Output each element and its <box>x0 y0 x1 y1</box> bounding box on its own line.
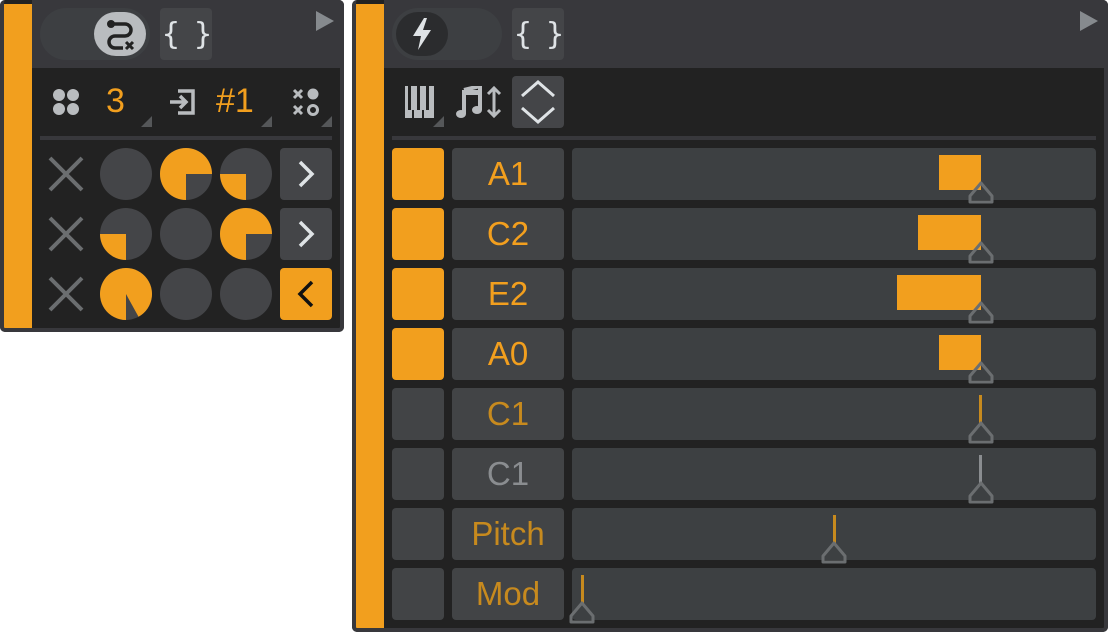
progress-pie[interactable] <box>100 268 153 320</box>
slider-handle-icon[interactable] <box>967 420 995 444</box>
row-toggle[interactable] <box>392 148 444 200</box>
device-accent-bar <box>4 4 32 328</box>
row-toggle[interactable] <box>392 268 444 320</box>
progress-pie[interactable] <box>220 268 272 320</box>
progress-pie[interactable] <box>160 148 212 200</box>
code-braces-button[interactable]: { } <box>512 8 564 60</box>
chevron-right-icon <box>298 220 315 248</box>
prev-button[interactable] <box>280 268 332 320</box>
value-slider[interactable] <box>569 568 1096 624</box>
row-toggle[interactable] <box>392 388 444 440</box>
left-device-panel: { } 3 #1 <box>0 0 344 332</box>
divider <box>392 136 1096 140</box>
slider-handle-icon[interactable] <box>967 300 995 324</box>
clear-x-icon[interactable] <box>40 148 92 200</box>
progress-pie[interactable] <box>160 208 212 260</box>
slider-handle-icon[interactable] <box>967 360 995 384</box>
row-toggle[interactable] <box>392 208 444 260</box>
progress-pie[interactable] <box>220 148 272 200</box>
dropdown-corner-icon <box>321 116 332 127</box>
power-toggle[interactable] <box>392 8 502 60</box>
four-dots-icon[interactable] <box>52 88 80 116</box>
value-slider[interactable] <box>572 268 1096 324</box>
value-slider[interactable] <box>572 208 1096 264</box>
value-line <box>979 395 983 423</box>
route-x-icon <box>94 12 146 56</box>
row-toggle[interactable] <box>392 448 444 500</box>
clear-x-icon[interactable] <box>40 208 92 260</box>
slider-handle-icon[interactable] <box>967 180 995 204</box>
dropdown-corner-icon <box>261 116 272 127</box>
row-label[interactable]: C1 <box>452 448 564 500</box>
chevron-up-down-icon <box>521 80 555 124</box>
progress-pie[interactable] <box>220 208 272 260</box>
progress-pie[interactable] <box>160 268 212 320</box>
row-label[interactable]: C1 <box>452 388 564 440</box>
slider-handle-icon[interactable] <box>967 240 995 264</box>
input-arrow-icon[interactable] <box>168 88 196 116</box>
divider <box>40 136 332 140</box>
chevron-right-icon <box>298 160 315 188</box>
route-toggle[interactable] <box>40 8 150 60</box>
slider-handle-icon[interactable] <box>967 480 995 504</box>
row-label[interactable]: Mod <box>452 568 564 620</box>
lightning-icon <box>396 12 448 56</box>
chevron-up-down-button[interactable] <box>512 76 564 128</box>
value-line <box>979 455 983 483</box>
row-toggle[interactable] <box>392 568 444 620</box>
note-updown-icon[interactable] <box>456 83 506 119</box>
clear-x-icon[interactable] <box>40 268 92 320</box>
chevron-left-icon <box>297 280 314 308</box>
slider-handle-icon[interactable] <box>568 600 596 624</box>
dropdown-corner-icon <box>141 116 152 127</box>
device-accent-bar <box>356 4 384 628</box>
dropdown-corner-icon <box>433 116 444 127</box>
row-toggle[interactable] <box>392 508 444 560</box>
value-slider[interactable] <box>572 448 1096 504</box>
code-braces-button[interactable]: { } <box>160 8 212 60</box>
slider-handle-icon[interactable] <box>820 540 848 564</box>
next-button[interactable] <box>280 148 332 200</box>
row-label[interactable]: A0 <box>452 328 564 380</box>
row-label[interactable]: Pitch <box>452 508 564 560</box>
value-slider[interactable] <box>572 328 1096 384</box>
row-label[interactable]: A1 <box>452 148 564 200</box>
progress-pie[interactable] <box>100 148 152 200</box>
value-slider[interactable] <box>572 508 1096 564</box>
row-toggle[interactable] <box>392 328 444 380</box>
value-slider[interactable] <box>572 388 1096 444</box>
piano-keys-icon[interactable] <box>402 86 434 118</box>
channel-value[interactable]: #1 <box>216 82 254 121</box>
row-label[interactable]: C2 <box>452 208 564 260</box>
expand-play-icon[interactable] <box>316 11 334 31</box>
value-line <box>580 575 584 603</box>
count-value[interactable]: 3 <box>106 82 125 121</box>
value-slider[interactable] <box>572 148 1096 204</box>
value-line <box>832 515 836 543</box>
x-o-pattern-icon[interactable] <box>292 88 320 116</box>
right-device-panel: { } A1 C2 E2 A0 C1 C1 Pitch Mod <box>352 0 1108 632</box>
expand-play-icon[interactable] <box>1080 11 1098 31</box>
row-label[interactable]: E2 <box>452 268 564 320</box>
next-button[interactable] <box>280 208 332 260</box>
progress-pie[interactable] <box>100 208 152 260</box>
